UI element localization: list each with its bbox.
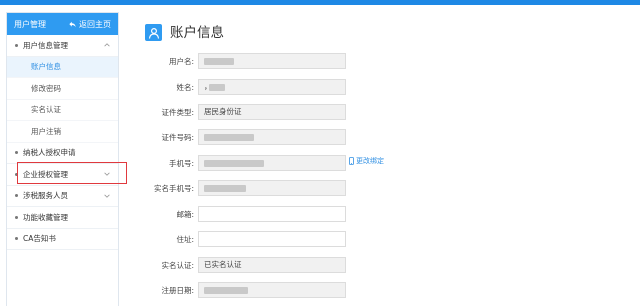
id-number-label: 证件号码:	[161, 133, 194, 142]
chevron-down-icon	[104, 172, 110, 176]
sidebar-subitem-user-cancel[interactable]: 用户注销	[7, 121, 118, 143]
sidebar-item-label: 功能收藏管理	[23, 212, 68, 222]
address-field	[198, 231, 346, 247]
chevron-down-icon	[104, 194, 110, 198]
username-field	[198, 53, 346, 69]
address-label: 住址:	[176, 235, 194, 244]
real-name-phone-field	[198, 180, 346, 196]
real-name-auth-value: 已实名认证	[204, 260, 242, 269]
bullet-icon	[15, 215, 18, 219]
redacted-mask	[209, 84, 225, 91]
mobile-phone-icon	[349, 157, 354, 165]
user-icon	[145, 24, 162, 41]
sidebar: 用户管理 返回主页 用户信息管理 账户信息 修改密码 实名认证 用户注销 纳税人…	[6, 12, 119, 306]
change-binding-label: 更改绑定	[356, 157, 384, 165]
sidebar-item-label: 用户信息管理	[23, 40, 68, 50]
bullet-icon	[15, 172, 18, 176]
real-name-auth-field: 已实名认证	[198, 257, 346, 273]
page-title: 账户信息	[170, 25, 224, 41]
real-name-phone-label: 实名手机号:	[153, 184, 194, 193]
email-label: 邮箱:	[176, 210, 194, 219]
id-type-label: 证件类型:	[161, 108, 194, 117]
return-home-link[interactable]: 返回主页	[69, 19, 111, 30]
redacted-mask	[204, 287, 248, 294]
name-field: ，	[198, 79, 346, 95]
sidebar-item-label: 涉税服务人员	[23, 191, 68, 201]
email-field	[198, 206, 346, 222]
bullet-icon	[15, 237, 18, 241]
redacted-mask	[204, 58, 234, 65]
id-type-field: 居民身份证	[198, 104, 346, 120]
sidebar-header: 用户管理 返回主页	[7, 13, 118, 35]
bullet-icon	[15, 43, 18, 47]
id-type-value: 居民身份证	[204, 107, 242, 116]
username-label: 用户名:	[168, 57, 194, 66]
return-home-label: 返回主页	[79, 19, 111, 29]
bullet-icon	[15, 151, 18, 155]
change-binding-link[interactable]: 更改绑定	[349, 156, 384, 166]
sidebar-item-favorites[interactable]: 功能收藏管理	[7, 207, 118, 229]
registration-date-field	[198, 282, 346, 298]
sidebar-item-label: 纳税人授权申请	[23, 148, 76, 158]
return-icon	[69, 21, 76, 27]
sidebar-subitem-real-name-auth[interactable]: 实名认证	[7, 100, 118, 121]
sidebar-item-taxpayer-auth[interactable]: 纳税人授权申请	[7, 143, 118, 164]
chevron-up-icon	[104, 43, 110, 47]
redacted-mask	[204, 160, 264, 167]
sidebar-subitem-account-info[interactable]: 账户信息	[7, 56, 118, 78]
id-number-field	[198, 129, 346, 145]
real-name-auth-label: 实名认证:	[161, 261, 194, 270]
bullet-icon	[15, 194, 18, 198]
name-label: 姓名:	[176, 83, 194, 92]
redacted-mask	[204, 185, 246, 192]
sidebar-item-user-info[interactable]: 用户信息管理	[7, 35, 118, 57]
phone-label: 手机号:	[168, 159, 194, 168]
top-bar	[0, 0, 640, 5]
sidebar-item-label: CA告知书	[23, 234, 56, 244]
registration-date-label: 注册日期:	[161, 286, 194, 295]
sidebar-item-label: 企业授权管理	[23, 169, 68, 179]
phone-field	[198, 155, 346, 171]
sidebar-item-enterprise-auth[interactable]: 企业授权管理	[7, 164, 118, 186]
sidebar-title: 用户管理	[14, 19, 46, 29]
sidebar-item-ca-notice[interactable]: CA告知书	[7, 229, 118, 250]
redacted-mask	[204, 134, 254, 141]
sidebar-subitem-change-password[interactable]: 修改密码	[7, 78, 118, 100]
sidebar-item-tax-service-staff[interactable]: 涉税服务人员	[7, 186, 118, 207]
